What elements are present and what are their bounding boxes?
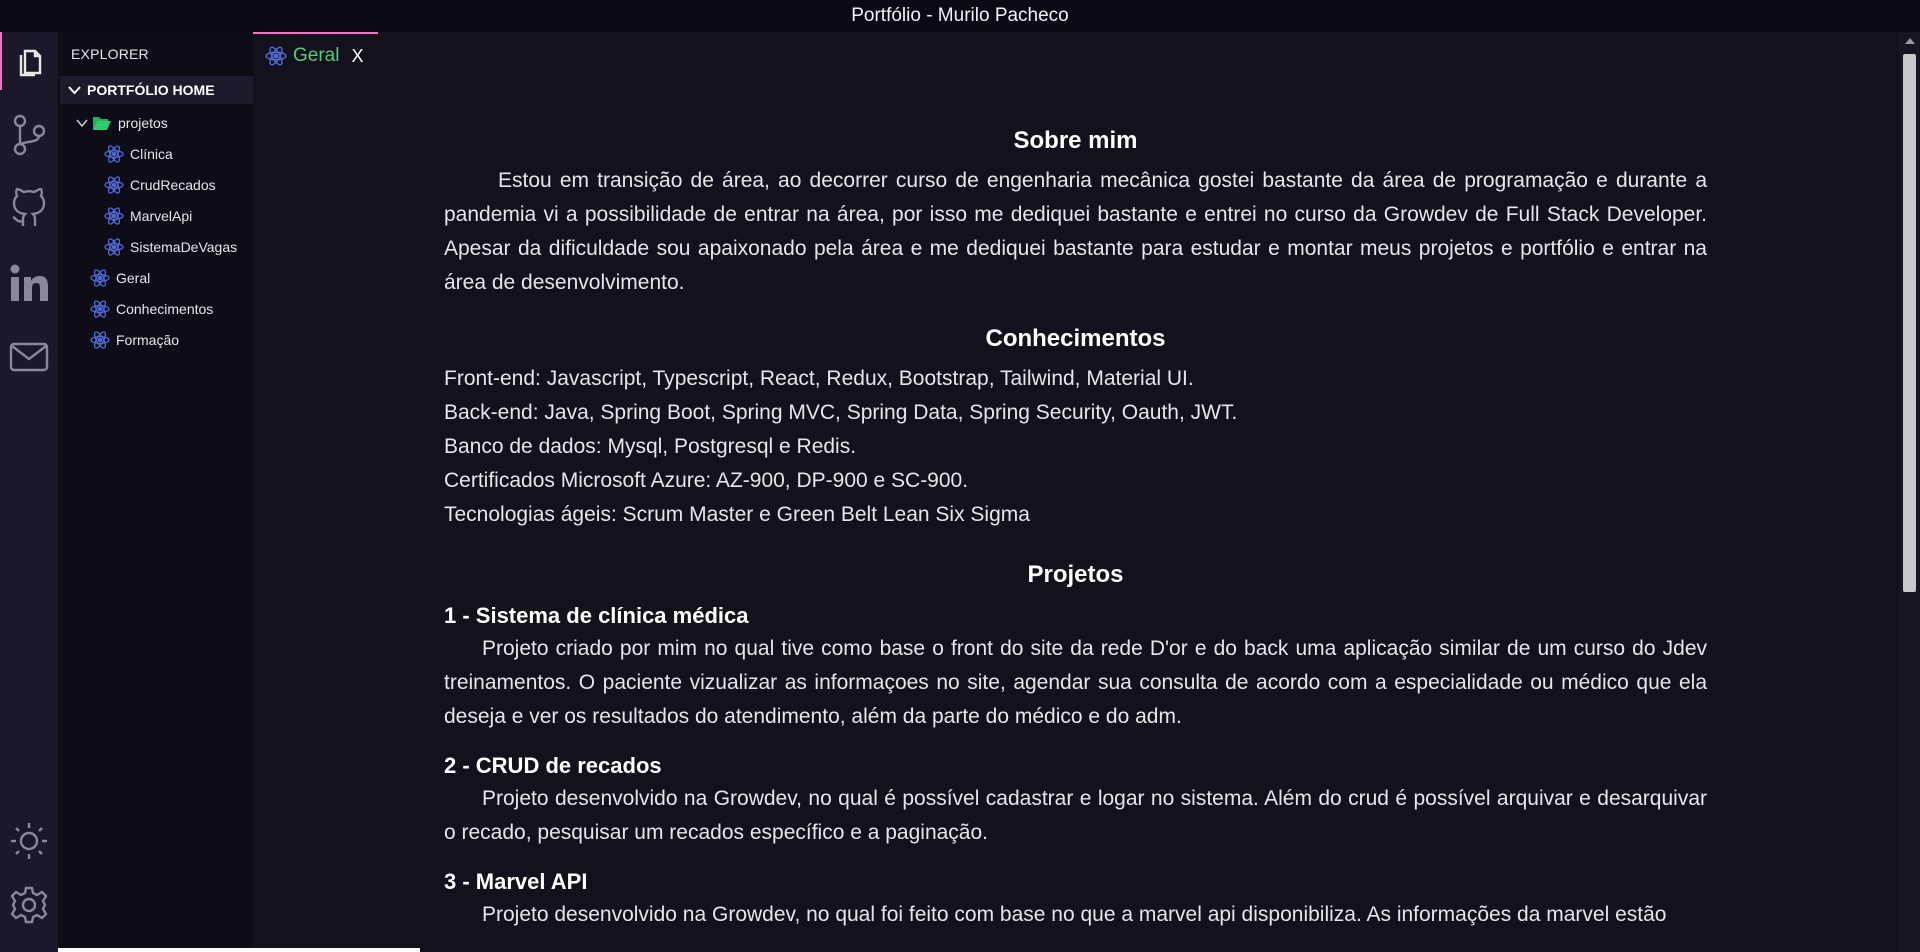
folder-open-icon [93,117,111,130]
project-item: 1 - Sistema de clínica médica Projeto cr… [444,600,1707,734]
react-icon [104,238,124,256]
tree-item-crudrecados[interactable]: CrudRecados [104,172,216,198]
tree-item-label: MarvelApi [130,208,193,224]
react-icon [265,46,287,66]
tab-close-button[interactable]: X [351,46,363,67]
project-text: Projeto desenvolvido na Growdev, no qual… [444,787,1707,844]
knowledge-line: Tecnologias ágeis: Scrum Master e Green … [444,503,1030,526]
project-title: 1 - Sistema de clínica médica [444,603,749,628]
editor-area: Geral X Sobre mim Estou em transição de … [253,32,1899,952]
tree-item-conhecimentos[interactable]: Conhecimentos [90,296,213,322]
scroll-thumb[interactable] [1903,54,1916,592]
knowledge-line: Certificados Microsoft Azure: AZ-900, DP… [444,469,969,492]
github-icon[interactable] [0,180,58,238]
tree-item-label: SistemaDeVagas [130,239,238,255]
explorer-sidebar: EXPLORER PORTFÓLIO HOME projetos Clínica… [58,32,253,952]
tree-item-marvelapi[interactable]: MarvelApi [104,203,192,229]
chevron-down-icon [68,85,81,94]
activity-bar [0,32,58,952]
sun-icon[interactable] [0,812,58,870]
tree-item-label: Geral [116,270,151,286]
react-icon [104,176,124,194]
tree-item-label: Formação [116,332,180,348]
project-title: 3 - Marvel API [444,869,588,894]
gear-icon[interactable] [0,876,58,934]
tree-item-label: Conhecimentos [116,301,214,317]
knowledge-line: Back-end: Java, Spring Boot, Spring MVC,… [444,401,1238,424]
vertical-scrollbar[interactable] [1899,32,1920,952]
tree-item-sistemadevagas[interactable]: SistemaDeVagas [104,234,237,260]
tree-item-label: Clínica [130,146,173,162]
project-item: 3 - Marvel API Projeto desenvolvido na G… [444,866,1707,932]
react-icon [104,145,124,163]
title-bar: Portfólio - Murilo Pacheco [0,0,1920,32]
knowledge-line: Banco de dados: Mysql, Postgresql e Redi… [444,435,857,458]
folder-projetos[interactable]: projetos [76,110,168,136]
about-text: Estou em transição de área, ao decorrer … [444,169,1707,294]
knowledge-line: Front-end: Javascript, Typescript, React… [444,367,1194,390]
about-title: Sobre mim [1013,127,1138,154]
tree-item-label: projetos [118,115,168,131]
react-icon [104,207,124,225]
mail-icon[interactable] [0,328,58,386]
project-text: Projeto desenvolvido na Growdev, no qual… [482,903,1667,926]
page-content: Sobre mim Estou em transição de área, ao… [444,124,1707,932]
project-title: 2 - CRUD de recados [444,753,662,778]
knowledge-list: Front-end: Javascript, Typescript, React… [444,362,1707,532]
scroll-up-arrow-icon[interactable] [1905,38,1915,44]
window-title: Portfólio - Murilo Pacheco [851,5,1069,26]
react-icon [90,269,110,287]
explorer-label: EXPLORER [71,46,149,62]
section-portfolio-home[interactable]: PORTFÓLIO HOME [60,76,253,104]
tab-geral[interactable]: Geral X [253,32,378,78]
section-title: PORTFÓLIO HOME [87,82,215,98]
knowledge-title: Conhecimentos [985,325,1166,352]
tab-label: Geral [293,45,340,66]
project-item: 2 - CRUD de recados Projeto desenvolvido… [444,750,1707,850]
tree-item-geral[interactable]: Geral [90,265,150,291]
app-window: Portfólio - Murilo Pacheco EXPLORER PORT… [0,0,1920,952]
react-icon [90,331,110,349]
source-control-icon[interactable] [0,106,58,164]
tree-item-label: CrudRecados [130,177,216,193]
tree-item-clinica[interactable]: Clínica [104,141,173,167]
project-text: Projeto criado por mim no qual tive como… [444,637,1707,728]
horizontal-scrollbar-thumb[interactable] [58,948,420,952]
chevron-down-icon [76,119,88,127]
files-icon[interactable] [0,32,58,90]
linkedin-icon[interactable] [0,254,58,312]
react-icon [90,300,110,318]
tree-item-formacao[interactable]: Formação [90,327,179,353]
projects-title: Projetos [1027,561,1124,588]
